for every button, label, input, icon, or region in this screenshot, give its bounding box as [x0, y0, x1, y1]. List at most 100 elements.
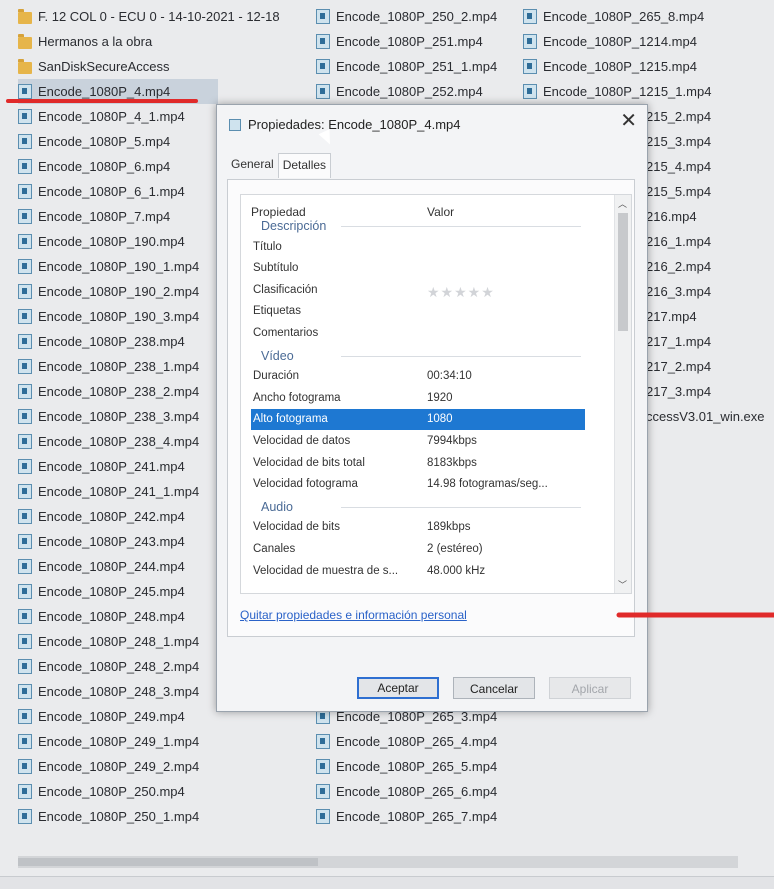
tab-general[interactable]: General: [227, 153, 278, 178]
file-item[interactable]: Encode_1080P_245.mp4: [18, 579, 218, 604]
file-item[interactable]: Encode_1080P_252.mp4: [316, 79, 483, 104]
file-item[interactable]: Encode_1080P_250_1.mp4: [18, 804, 218, 829]
scroll-down-icon[interactable]: ﹀: [618, 578, 627, 591]
scrollbar-thumb[interactable]: [18, 858, 318, 866]
property-list-scrollbar[interactable]: ︿ ﹀: [614, 195, 631, 593]
property-row[interactable]: Clasificación ★★★★★: [251, 280, 585, 301]
property-row[interactable]: Velocidad de datos 7994kbps: [251, 431, 585, 452]
file-item[interactable]: 216_1.mp4: [646, 229, 711, 254]
property-row[interactable]: Subtítulo: [251, 258, 585, 279]
property-row[interactable]: Duración 00:34:10: [251, 366, 585, 387]
file-item[interactable]: Encode_1080P_1215.mp4: [523, 54, 697, 79]
file-item[interactable]: Encode_1080P_251_1.mp4: [316, 54, 497, 79]
property-row[interactable]: Velocidad de muestra de s... 48.000 kHz: [251, 561, 585, 582]
file-item[interactable]: Encode_1080P_251.mp4: [316, 29, 483, 54]
file-item[interactable]: Encode_1080P_190_2.mp4: [18, 279, 218, 304]
property-label: Ancho fotograma: [253, 391, 341, 404]
ok-button[interactable]: Aceptar: [357, 677, 439, 699]
file-item[interactable]: Encode_1080P_249.mp4: [18, 704, 218, 729]
file-item[interactable]: Encode_1080P_1215_1.mp4: [523, 79, 711, 104]
file-name: Encode_1080P_265_8.mp4: [543, 9, 705, 24]
tab-detalles[interactable]: Detalles: [277, 153, 332, 178]
file-item[interactable]: Encode_1080P_7.mp4: [18, 204, 218, 229]
file-item[interactable]: Encode_1080P_265_6.mp4: [316, 779, 497, 804]
file-item[interactable]: Encode_1080P_248_2.mp4: [18, 654, 218, 679]
remove-properties-link[interactable]: Quitar propiedades e información persona…: [240, 608, 467, 622]
property-group[interactable]: Audio: [251, 496, 585, 517]
file-item[interactable]: Encode_1080P_238.mp4: [18, 329, 218, 354]
property-row[interactable]: Comentarios: [251, 323, 585, 344]
file-item[interactable]: Encode_1080P_265_7.mp4: [316, 804, 497, 829]
file-item[interactable]: Hermanos a la obra: [18, 29, 218, 54]
file-item[interactable]: 216.mp4: [646, 204, 697, 229]
scroll-up-icon[interactable]: ︿: [618, 197, 627, 210]
file-item[interactable]: Encode_1080P_1214.mp4: [523, 29, 697, 54]
file-item[interactable]: ccessV3.01_win.exe: [646, 404, 765, 429]
file-item[interactable]: Encode_1080P_190_3.mp4: [18, 304, 218, 329]
file-item[interactable]: Encode_1080P_238_2.mp4: [18, 379, 218, 404]
property-row[interactable]: Etiquetas: [251, 301, 585, 322]
file-item[interactable]: 216_2.mp4: [646, 254, 711, 279]
file-item[interactable]: Encode_1080P_241_1.mp4: [18, 479, 218, 504]
property-label: Subtítulo: [253, 262, 299, 275]
property-row[interactable]: Ancho fotograma 1920: [251, 388, 585, 409]
file-item[interactable]: Encode_1080P_242.mp4: [18, 504, 218, 529]
file-item[interactable]: Encode_1080P_248.mp4: [18, 604, 218, 629]
file-item[interactable]: Encode_1080P_249_1.mp4: [18, 729, 218, 754]
close-icon[interactable]: ✕: [620, 111, 637, 131]
property-row[interactable]: Alto fotograma 1080: [251, 409, 585, 431]
property-row[interactable]: Título: [251, 237, 585, 258]
file-name: Encode_1080P_251.mp4: [336, 34, 483, 49]
file-name: Encode_1080P_252.mp4: [336, 84, 483, 99]
file-item[interactable]: 217_3.mp4: [646, 379, 711, 404]
property-row[interactable]: Velocidad de bits total 8183kbps: [251, 453, 585, 474]
file-item[interactable]: Encode_1080P_265_8.mp4: [523, 4, 704, 29]
file-item[interactable]: 215_4.mp4: [646, 154, 711, 179]
file-item[interactable]: 215_3.mp4: [646, 129, 711, 154]
file-item[interactable]: 215_5.mp4: [646, 179, 711, 204]
scrollbar-thumb[interactable]: [618, 213, 628, 331]
file-item[interactable]: Encode_1080P_5.mp4: [18, 129, 218, 154]
property-row[interactable]: Canales 2 (estéreo): [251, 539, 585, 560]
file-item[interactable]: 217_1.mp4: [646, 329, 711, 354]
file-name: 217_3.mp4: [646, 384, 712, 399]
file-item[interactable]: Encode_1080P_265_5.mp4: [316, 754, 497, 779]
file-item[interactable]: Encode_1080P_250_2.mp4: [316, 4, 497, 29]
property-row[interactable]: Velocidad de bits 189kbps: [251, 517, 585, 538]
file-item[interactable]: F. 12 COL 0 - ECU 0 - 14-10-2021 - 12-18: [18, 4, 280, 29]
file-item[interactable]: Encode_1080P_6_1.mp4: [18, 179, 218, 204]
file-item[interactable]: Encode_1080P_248_1.mp4: [18, 629, 218, 654]
file-item[interactable]: Encode_1080P_6.mp4: [18, 154, 218, 179]
file-item[interactable]: Encode_1080P_238_4.mp4: [18, 429, 218, 454]
property-row[interactable]: Velocidad fotograma 14.98 fotogramas/seg.…: [251, 474, 585, 495]
file-item[interactable]: 216_3.mp4: [646, 279, 711, 304]
file-item[interactable]: Encode_1080P_250.mp4: [18, 779, 218, 804]
file-item[interactable]: Encode_1080P_190.mp4: [18, 229, 218, 254]
property-group[interactable]: Descripción: [251, 215, 585, 236]
file-item[interactable]: 217.mp4: [646, 304, 697, 329]
file-item[interactable]: Encode_1080P_238_1.mp4: [18, 354, 218, 379]
file-item[interactable]: 217_2.mp4: [646, 354, 711, 379]
file-item[interactable]: Encode_1080P_265_4.mp4: [316, 729, 497, 754]
file-item[interactable]: 215_2.mp4: [646, 104, 711, 129]
file-item[interactable]: Encode_1080P_244.mp4: [18, 554, 218, 579]
property-value: 7994kbps: [427, 435, 477, 447]
file-item[interactable]: Encode_1080P_190_1.mp4: [18, 254, 218, 279]
dialog-title-bar[interactable]: Propiedades: Encode_1080P_4.mp4: [229, 117, 461, 132]
file-name: Encode_1080P_251_1.mp4: [336, 59, 498, 74]
file-name: Encode_1080P_190_3.mp4: [38, 309, 200, 324]
file-item[interactable]: Encode_1080P_241.mp4: [18, 454, 218, 479]
apply-button[interactable]: Aplicar: [549, 677, 631, 699]
file-item[interactable]: Encode_1080P_243.mp4: [18, 529, 218, 554]
file-item[interactable]: Encode_1080P_248_3.mp4: [18, 679, 218, 704]
file-name: Encode_1080P_7.mp4: [38, 209, 171, 224]
file-item[interactable]: Encode_1080P_4_1.mp4: [18, 104, 218, 129]
property-group[interactable]: Vídeo: [251, 345, 585, 366]
horizontal-scrollbar[interactable]: [18, 856, 738, 868]
video-file-icon: [18, 509, 32, 524]
file-item[interactable]: SanDiskSecureAccess: [18, 54, 218, 79]
file-item[interactable]: Encode_1080P_238_3.mp4: [18, 404, 218, 429]
cancel-button[interactable]: Cancelar: [453, 677, 535, 699]
rating-stars-icon[interactable]: ★★★★★: [427, 284, 495, 301]
file-item[interactable]: Encode_1080P_249_2.mp4: [18, 754, 218, 779]
